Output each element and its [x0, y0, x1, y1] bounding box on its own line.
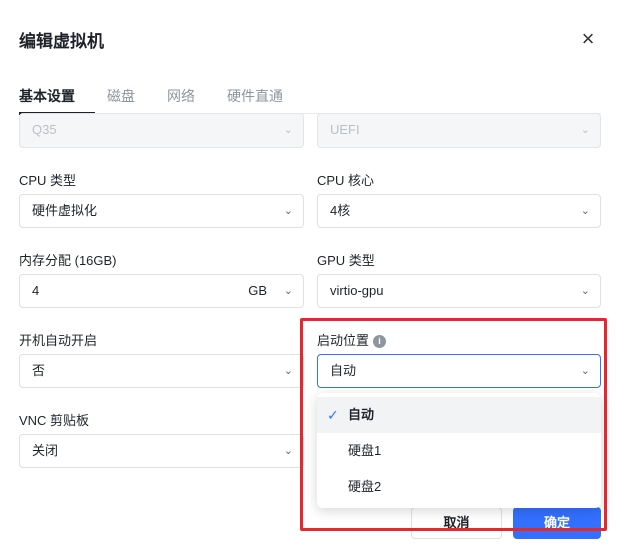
chipset-select[interactable]: Q35 ⌄ [19, 113, 304, 148]
memory-label: 内存分配 (16GB) [19, 253, 117, 268]
chevron-down-icon: ⌄ [283, 205, 293, 217]
memory-select[interactable]: 4 GB ⌄ [19, 274, 304, 308]
boot-location-dropdown: ✓ 自动 硬盘1 硬盘2 [317, 393, 601, 508]
memory-unit: GB [248, 283, 267, 298]
tab-hardware-passthrough[interactable]: 硬件直通 [227, 86, 283, 106]
close-icon[interactable]: × [574, 27, 602, 51]
gpu-type-select[interactable]: virtio-gpu ⌄ [317, 274, 601, 308]
cpu-type-value: 硬件虚拟化 [32, 203, 98, 218]
cpu-cores-label: CPU 核心 [317, 173, 375, 188]
boot-location-value: 自动 [330, 363, 357, 378]
vnc-clipboard-label: VNC 剪贴板 [19, 413, 90, 428]
check-icon: ✓ [327, 407, 339, 423]
vnc-clipboard-value: 关闭 [32, 443, 59, 458]
tab-disk[interactable]: 磁盘 [107, 86, 135, 106]
firmware-value: UEFI [330, 122, 360, 137]
dropdown-option-disk2[interactable]: 硬盘2 [317, 469, 601, 505]
dialog-title: 编辑虚拟机 [19, 32, 104, 51]
chevron-down-icon: ⌄ [580, 285, 590, 297]
chevron-down-icon: ⌄ [283, 445, 293, 457]
boot-location-select[interactable]: 自动 ⌄ [317, 354, 601, 388]
boot-location-label-text: 启动位置 [317, 333, 370, 348]
dropdown-option-disk1[interactable]: 硬盘1 [317, 433, 601, 469]
chevron-down-icon: ⌄ [580, 365, 590, 377]
autostart-label: 开机自动开启 [19, 333, 98, 348]
memory-value: 4 [32, 283, 40, 298]
option-label: 硬盘2 [348, 479, 382, 494]
boot-location-label: 启动位置 i [317, 330, 387, 349]
chevron-down-icon: ⌄ [283, 124, 293, 136]
vnc-clipboard-select[interactable]: 关闭 ⌄ [19, 434, 304, 468]
tab-network[interactable]: 网络 [167, 86, 195, 106]
option-label: 硬盘1 [348, 443, 382, 458]
info-icon[interactable]: i [373, 335, 387, 348]
tab-bar: 基本设置 磁盘 网络 硬件直通 [19, 86, 601, 115]
autostart-select[interactable]: 否 ⌄ [19, 354, 304, 388]
option-label: 自动 [348, 407, 375, 422]
cancel-button[interactable]: 取消 [411, 507, 502, 539]
chevron-down-icon: ⌄ [580, 124, 590, 136]
cpu-type-label: CPU 类型 [19, 173, 77, 188]
chevron-down-icon: ⌄ [580, 205, 590, 217]
cpu-cores-select[interactable]: 4核 ⌄ [317, 194, 601, 228]
firmware-select[interactable]: UEFI ⌄ [317, 113, 601, 148]
gpu-type-label: GPU 类型 [317, 253, 375, 268]
chevron-down-icon: ⌄ [283, 365, 293, 377]
confirm-button[interactable]: 确定 [513, 507, 601, 539]
chipset-value: Q35 [32, 122, 57, 137]
gpu-type-value: virtio-gpu [330, 283, 384, 298]
cpu-type-select[interactable]: 硬件虚拟化 ⌄ [19, 194, 304, 228]
chevron-down-icon: ⌄ [283, 285, 293, 297]
dropdown-option-auto[interactable]: ✓ 自动 [317, 397, 601, 433]
autostart-value: 否 [32, 363, 46, 378]
cpu-cores-value: 4核 [330, 203, 351, 218]
tab-basic-settings[interactable]: 基本设置 [19, 86, 75, 106]
